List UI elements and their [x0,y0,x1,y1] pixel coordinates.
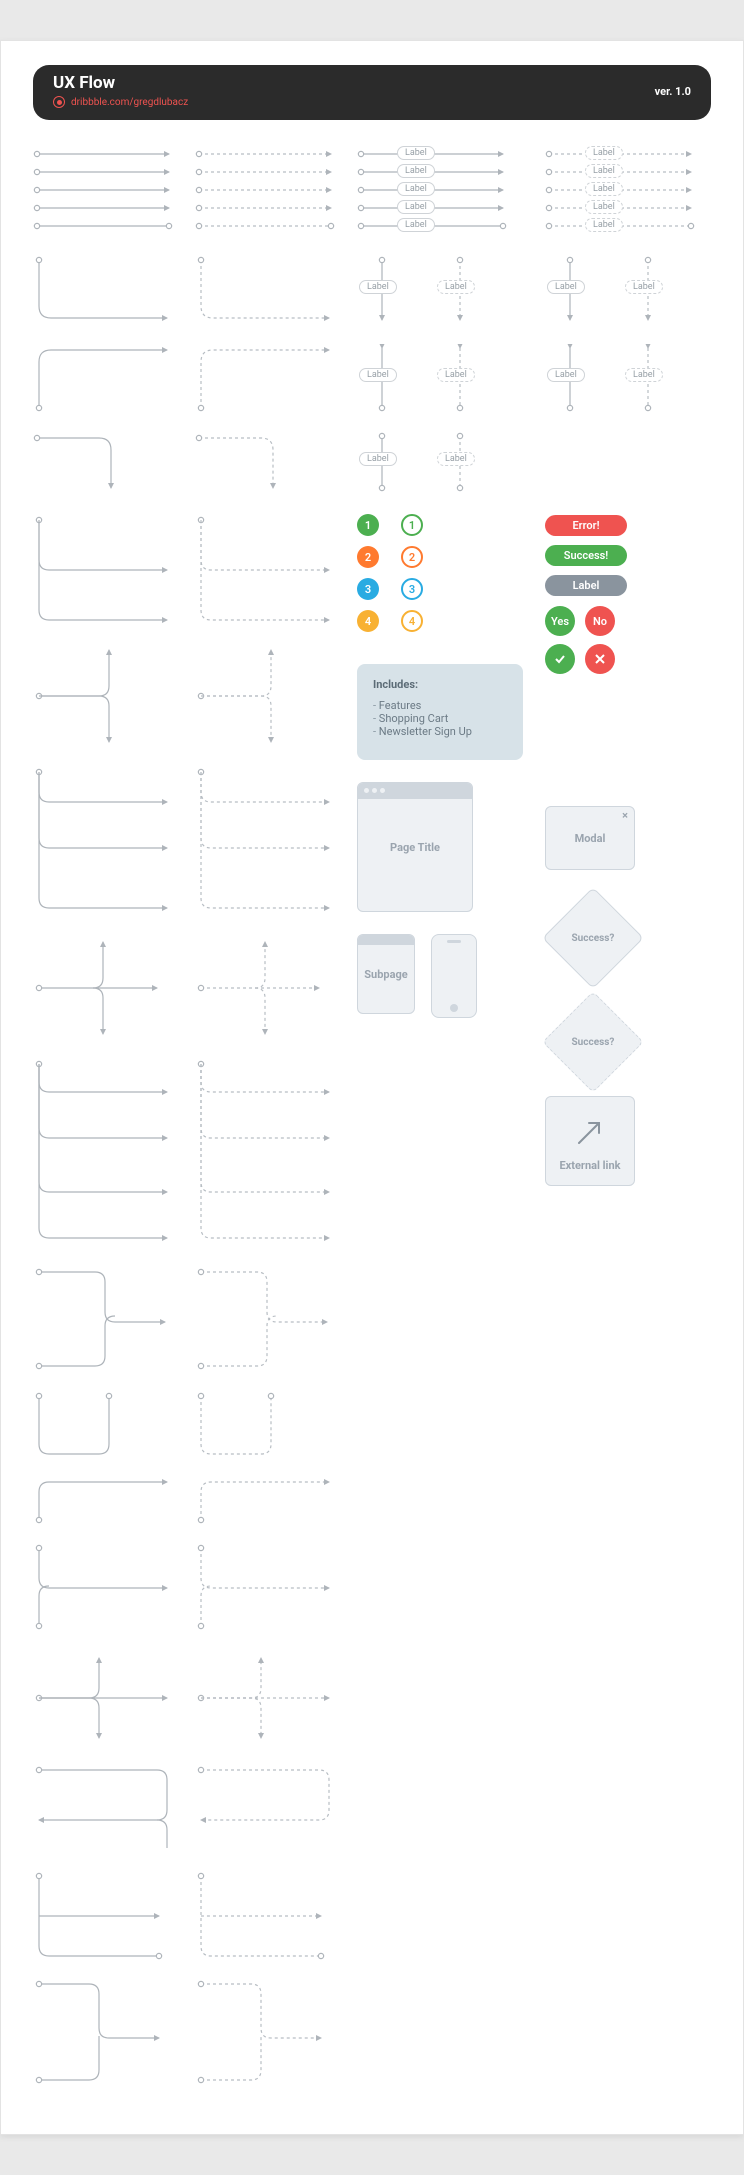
step-number-filled: 4 [357,610,379,632]
connectors-vertical-labeled-solid: Label Label [357,256,523,326]
annotation-heading: Includes: [373,678,507,691]
kit-version: ver. 1.0 [655,85,691,98]
error-pill: Error! [545,515,627,536]
generic-pill: Label [545,575,627,596]
subpage-block-title: Subpage [364,968,407,981]
connector-label: Label [585,146,623,160]
decision-block-dashed: Success? [542,991,644,1093]
connector-label: Label [359,280,397,294]
connector-label: Label [437,452,475,466]
modal-block: Modal [545,806,635,870]
connector-label: Label [397,146,435,160]
connector-label: Label [437,368,475,382]
connector-label: Label [397,218,435,232]
connector-label: Label [359,368,397,382]
step-number-filled: 2 [357,546,379,568]
annotation-item: Shopping Cart [373,712,507,725]
connector-label: Label [397,164,435,178]
step-number-outline: 2 [401,546,423,568]
external-link-label: External link [559,1159,620,1172]
cross-icon [585,644,615,674]
connector-label: Label [585,218,623,232]
modal-block-title: Modal [575,832,606,845]
connectors-dashed-labeled: Label Label Label Label Label [545,148,711,238]
annotation-item: Features [373,699,507,712]
connector-label: Label [625,368,663,382]
fork-dashed-column [195,514,335,2086]
annotation-item: Newsletter Sign Up [373,725,507,738]
connector-elbow-up-solid [33,344,173,414]
kit-header: UX Flow dribbble.com/gregdlubacz ver. 1.… [33,65,711,120]
annotation-callout: Includes: Features Shopping Cart Newslet… [357,664,523,760]
browser-chrome-icon [358,783,472,799]
connector-elbow-up-dashed [195,344,335,414]
step-markers: 1 1 2 2 3 3 4 4 [357,514,523,642]
connector-label: Label [547,280,585,294]
external-link-block: External link [545,1096,635,1186]
yes-button[interactable]: Yes [545,606,575,636]
connector-right-down-dashed [195,432,335,492]
decision-block-label: Success? [572,932,615,943]
connector-elbow-solid [33,256,173,326]
fork-solid-column [33,514,173,2086]
page-block: Page Title [357,782,473,912]
mobile-block [431,934,477,1018]
connectors-vertical-b2: Label Label [545,344,711,414]
kit-title: UX Flow [53,75,188,92]
connectors-solid-labeled: Label Label Label Label Label [357,148,523,238]
connectors-dashed-straight [195,148,335,238]
success-pill: Success! [545,545,627,566]
status-pills: Error! Success! Label Yes No [545,514,627,674]
dribbble-icon [53,96,65,108]
connectors-vertical-b: Label Label [357,344,523,414]
connector-label: Label [585,200,623,214]
browser-chrome-icon [358,935,414,945]
connectors-vertical-labeled-alt: Label Label [545,256,711,326]
connector-label: Label [625,280,663,294]
check-icon [545,644,575,674]
step-number-outline: 3 [401,578,423,600]
connectors-vertical-short: Label Label [357,432,523,492]
connector-elbow-dashed [195,256,335,326]
page-block-title: Page Title [390,841,440,854]
no-button[interactable]: No [585,606,615,636]
arrow-upright-icon [573,1115,607,1149]
connector-label: Label [437,280,475,294]
connector-label: Label [397,200,435,214]
kit-sheet: UX Flow dribbble.com/gregdlubacz ver. 1.… [0,40,744,2135]
connector-label: Label [585,164,623,178]
step-number-filled: 1 [357,514,379,536]
connector-label: Label [359,452,397,466]
connector-label: Label [547,368,585,382]
decision-block: Success? [542,887,644,989]
connector-label: Label [585,182,623,196]
subpage-block: Subpage [357,934,415,1014]
kit-attribution: dribbble.com/gregdlubacz [53,96,188,108]
step-number-filled: 3 [357,578,379,600]
connector-label: Label [397,182,435,196]
decision-block-label: Success? [572,1036,615,1047]
connector-right-down-solid [33,432,173,492]
connectors-solid-straight [33,148,173,238]
step-number-outline: 1 [401,514,423,536]
step-number-outline: 4 [401,610,423,632]
